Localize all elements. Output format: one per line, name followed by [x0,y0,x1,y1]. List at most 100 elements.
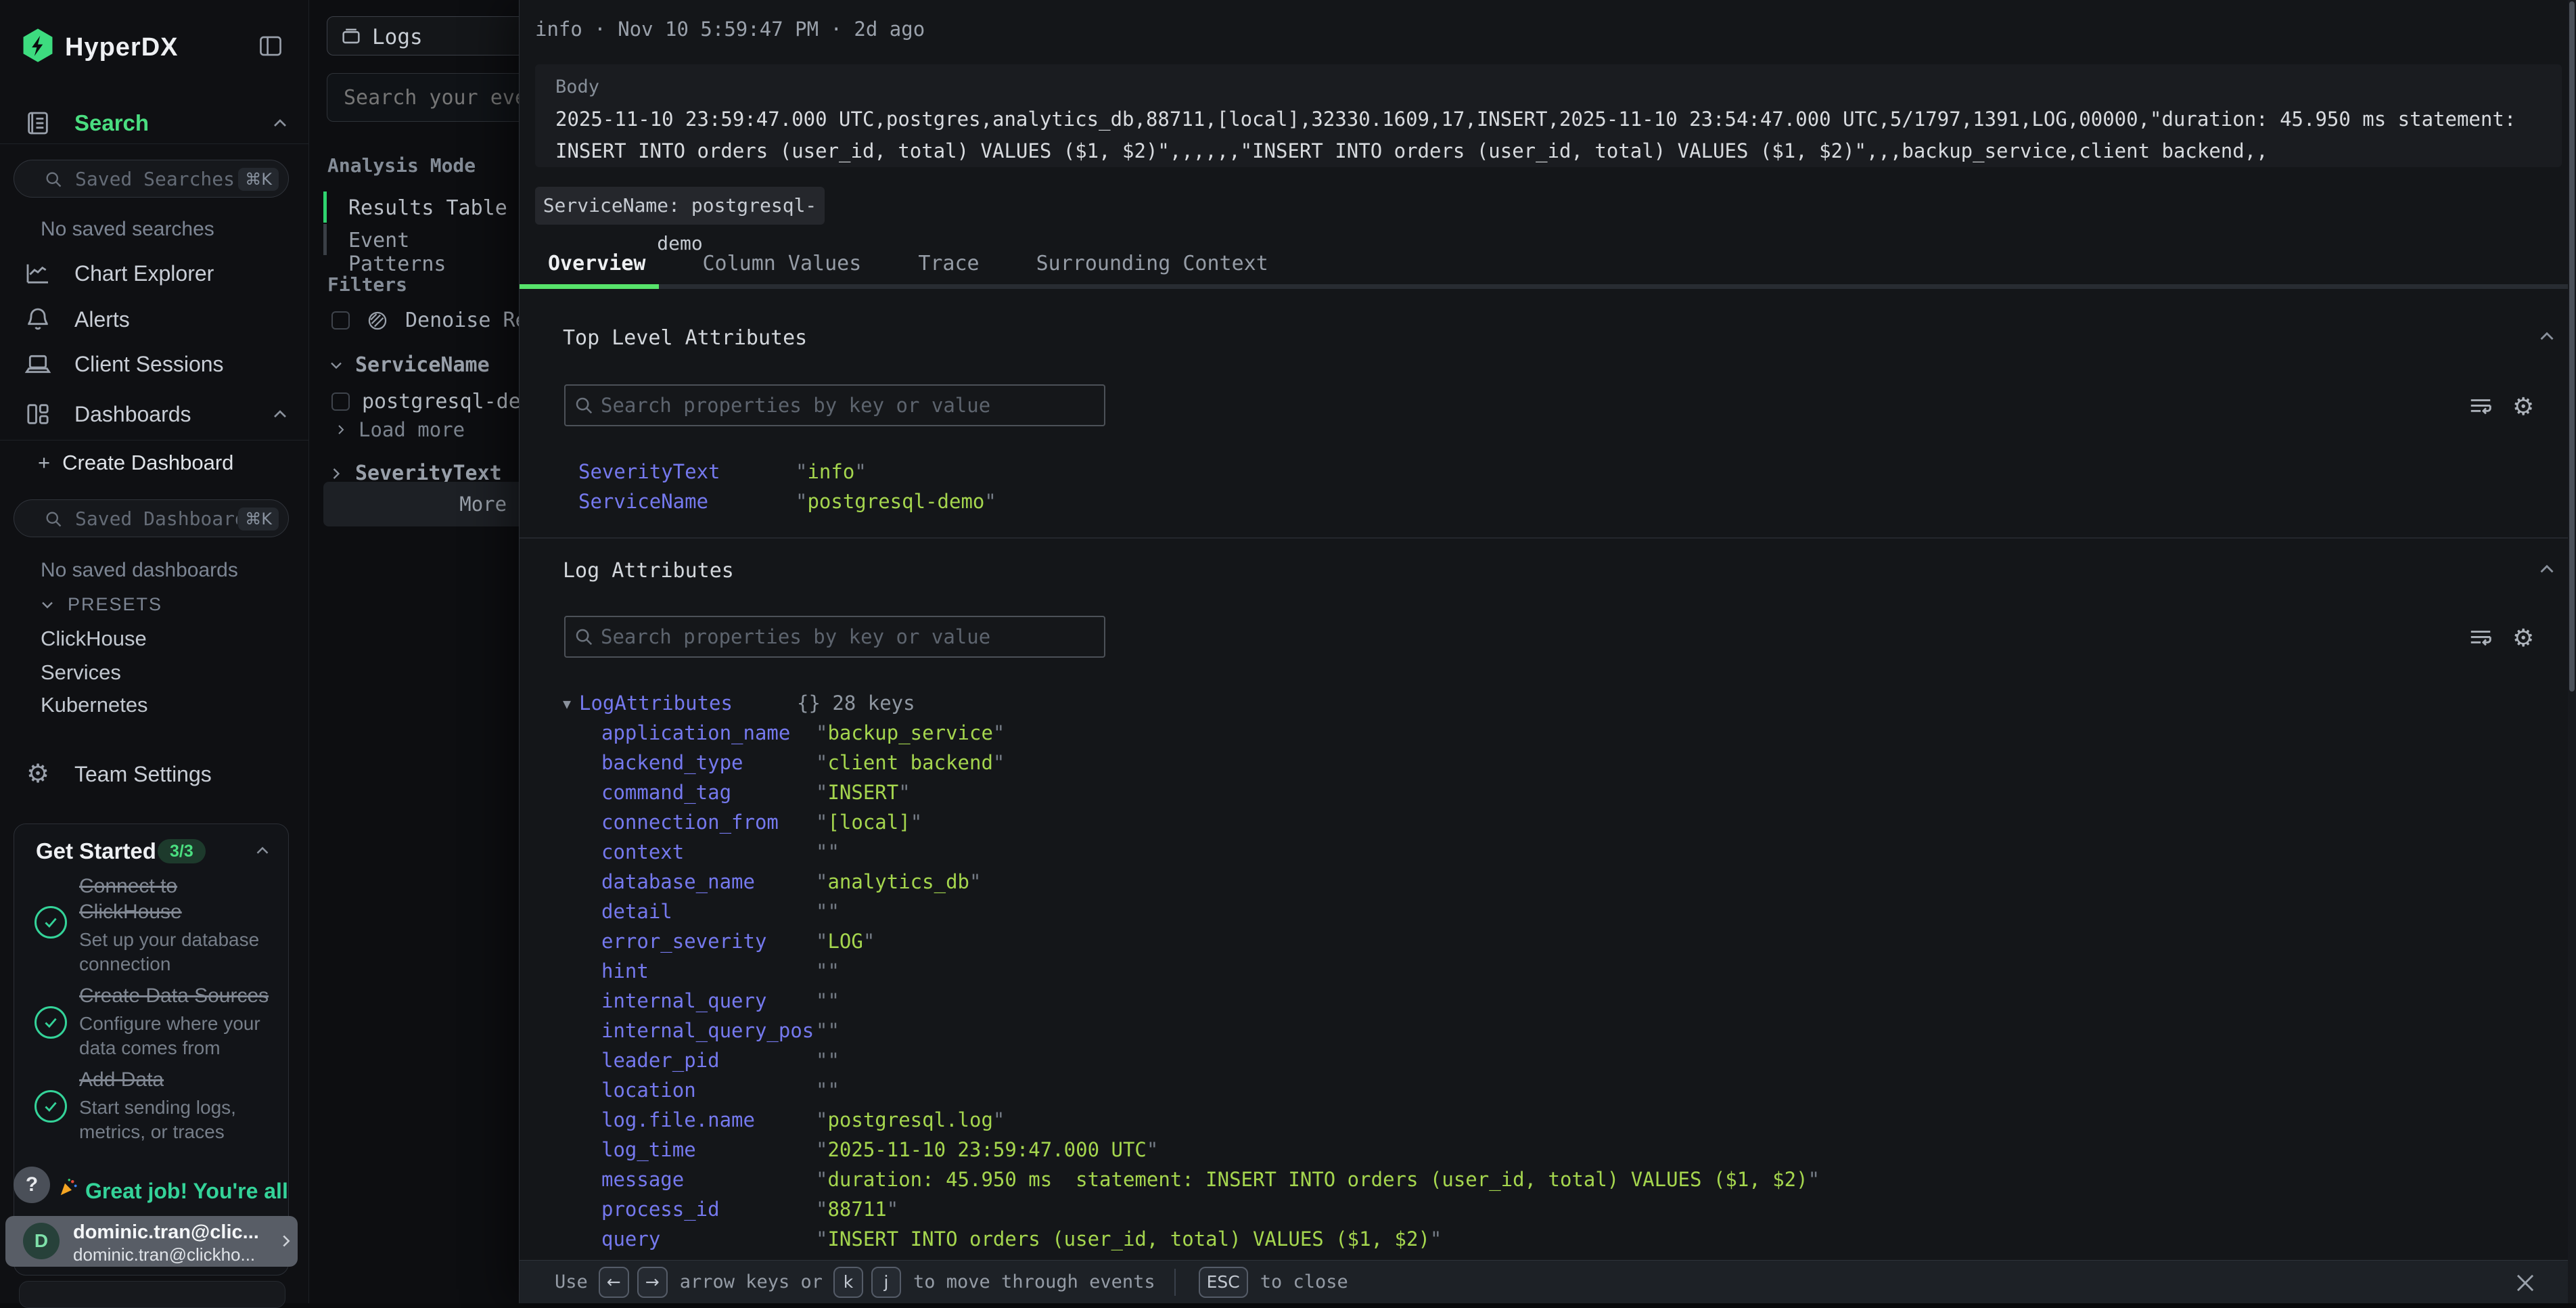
attr-key[interactable]: command_tag [601,781,731,804]
tab-overview[interactable]: Overview [520,244,674,284]
attr-value[interactable]: backup_service [816,721,1005,744]
chevron-up-icon[interactable] [269,403,291,425]
attr-value[interactable]: postgresql.log [816,1108,1005,1131]
attr-value[interactable]: postgresql-demo [796,490,996,513]
attr-key[interactable]: error_severity [601,930,766,953]
line-chart-icon [24,260,51,287]
attr-value[interactable] [816,960,840,983]
scrollbar-thumb[interactable] [2569,1,2575,692]
saved-dashboards-input[interactable] [75,500,237,537]
attr-key[interactable]: database_name [601,870,755,893]
filter-value-label[interactable]: postgresql-demo [362,390,519,413]
preset-clickhouse[interactable]: ClickHouse [41,627,147,651]
help-button[interactable]: ? [14,1167,50,1203]
attr-key[interactable]: internal_query [601,989,766,1012]
presets-toggle[interactable]: PRESETS [38,594,162,615]
filter-group-servicename[interactable]: ServiceName [327,353,490,377]
attr-key[interactable]: internal_query_pos [601,1019,814,1042]
task-title: Create Data Sources [79,983,271,1009]
attr-value[interactable]: info [796,460,867,483]
top-attributes-search-input[interactable] [601,386,1095,425]
section-divider [520,537,2576,539]
attr-value[interactable]: 2025-11-10 23:59:47.000 UTC [816,1138,1158,1161]
attr-key[interactable]: connection_from [601,811,779,834]
attr-key[interactable]: leader_pid [601,1049,720,1072]
attr-key[interactable]: detail [601,900,672,923]
chevron-up-icon[interactable] [269,112,291,134]
attr-value[interactable] [816,989,840,1012]
attr-value[interactable] [816,840,840,863]
hyperdx-logo-icon[interactable] [19,27,57,65]
bottom-card[interactable] [19,1281,285,1308]
mode-event-patterns[interactable]: Event Patterns [348,229,519,276]
chevron-up-icon[interactable] [2535,558,2558,581]
saved-searches-input[interactable] [75,160,237,197]
chevron-up-icon[interactable] [2535,325,2558,348]
scrollbar-track[interactable] [2568,0,2576,1303]
load-more-button[interactable]: Load more [333,418,465,441]
task-add-data[interactable]: Add Data Start sending logs, metrics, or… [34,1067,271,1144]
attr-value[interactable]: INSERT [816,781,911,804]
wrap-lines-icon[interactable] [2468,625,2493,651]
attr-key[interactable]: SeverityText [578,460,720,483]
attr-key[interactable]: context [601,840,684,863]
sidebar-toggle-icon[interactable] [258,35,283,57]
attr-value[interactable] [816,900,840,923]
tab-trace[interactable]: Trace [890,244,1007,284]
attr-key[interactable]: LogAttributes [579,692,733,715]
attr-value[interactable] [816,1019,840,1042]
attr-key[interactable]: log_time [601,1138,696,1161]
attr-value[interactable]: duration: 45.950 ms statement: INSERT IN… [816,1168,1820,1191]
attr-key[interactable]: message [601,1168,684,1191]
denoise-checkbox[interactable] [331,311,350,330]
preset-services[interactable]: Services [41,660,121,685]
task-connect-clickhouse[interactable]: Connect to ClickHouse Set up your databa… [34,874,271,976]
sidebar-item-search[interactable]: Search [0,102,308,145]
event-search-input[interactable] [344,74,519,121]
create-dashboard-button[interactable]: +Create Dashboard [38,451,233,475]
user-account-button[interactable]: D dominic.tran@clic... dominic.tran@clic… [5,1216,298,1267]
attr-value[interactable]: client backend [816,751,1005,774]
attr-value[interactable]: analytics_db [816,870,981,893]
attr-key[interactable]: location [601,1079,696,1102]
attr-key[interactable]: application_name [601,721,790,744]
triangle-down-icon[interactable]: ▼ [563,696,571,712]
attr-value[interactable]: LOG [816,930,875,953]
attr-value[interactable] [816,1079,840,1102]
tab-column-values[interactable]: Column Values [674,244,890,284]
attr-key[interactable]: process_id [601,1198,720,1221]
tray-icon [340,24,363,47]
service-tag-chip[interactable]: ServiceName: postgresql-demo [535,187,825,225]
attr-value[interactable]: 88711 [816,1198,898,1221]
attr-key[interactable]: hint [601,960,649,983]
log-attributes-search-input[interactable] [601,617,1095,656]
logo-text[interactable]: HyperDX [65,33,179,62]
attr-value[interactable]: [local] [816,811,922,834]
sidebar-item-alerts[interactable]: Alerts [0,298,308,341]
help-label: ? [26,1173,38,1196]
body-text[interactable]: 2025-11-10 23:59:47.000 UTC,postgres,ana… [555,104,2542,167]
attr-value[interactable]: INSERT INTO orders (user_id, total) VALU… [816,1227,1442,1250]
attr-key[interactable]: ServiceName [578,490,708,513]
sidebar-item-chart-explorer[interactable]: Chart Explorer [0,252,308,295]
close-icon[interactable] [2512,1270,2538,1296]
tab-surrounding-context[interactable]: Surrounding Context [1008,244,1297,284]
wrap-lines-icon[interactable] [2468,394,2493,420]
sidebar-item-team-settings[interactable]: ⚙ Team Settings [0,752,308,796]
gear-icon[interactable]: ⚙ [2512,394,2534,420]
attribute-row: ServiceName postgresql-demo [520,490,2576,517]
attr-key[interactable]: backend_type [601,751,743,774]
attr-key[interactable]: query [601,1227,660,1250]
attr-key[interactable]: log.file.name [601,1108,755,1131]
servicename-checkbox[interactable] [331,392,350,411]
sidebar-item-client-sessions[interactable]: Client Sessions [0,342,308,386]
chevron-up-icon[interactable] [252,840,273,861]
task-create-data-sources[interactable]: Create Data Sources Configure where your… [34,983,271,1060]
mode-results-table[interactable]: Results Table [348,196,507,220]
more-filters-button[interactable]: More filters [323,482,519,526]
preset-kubernetes[interactable]: Kubernetes [41,693,148,717]
attr-value[interactable] [816,1049,840,1072]
source-select[interactable]: Logs [327,16,519,55]
gear-icon[interactable]: ⚙ [2512,625,2534,651]
sidebar-item-dashboards[interactable]: Dashboards [0,392,308,436]
